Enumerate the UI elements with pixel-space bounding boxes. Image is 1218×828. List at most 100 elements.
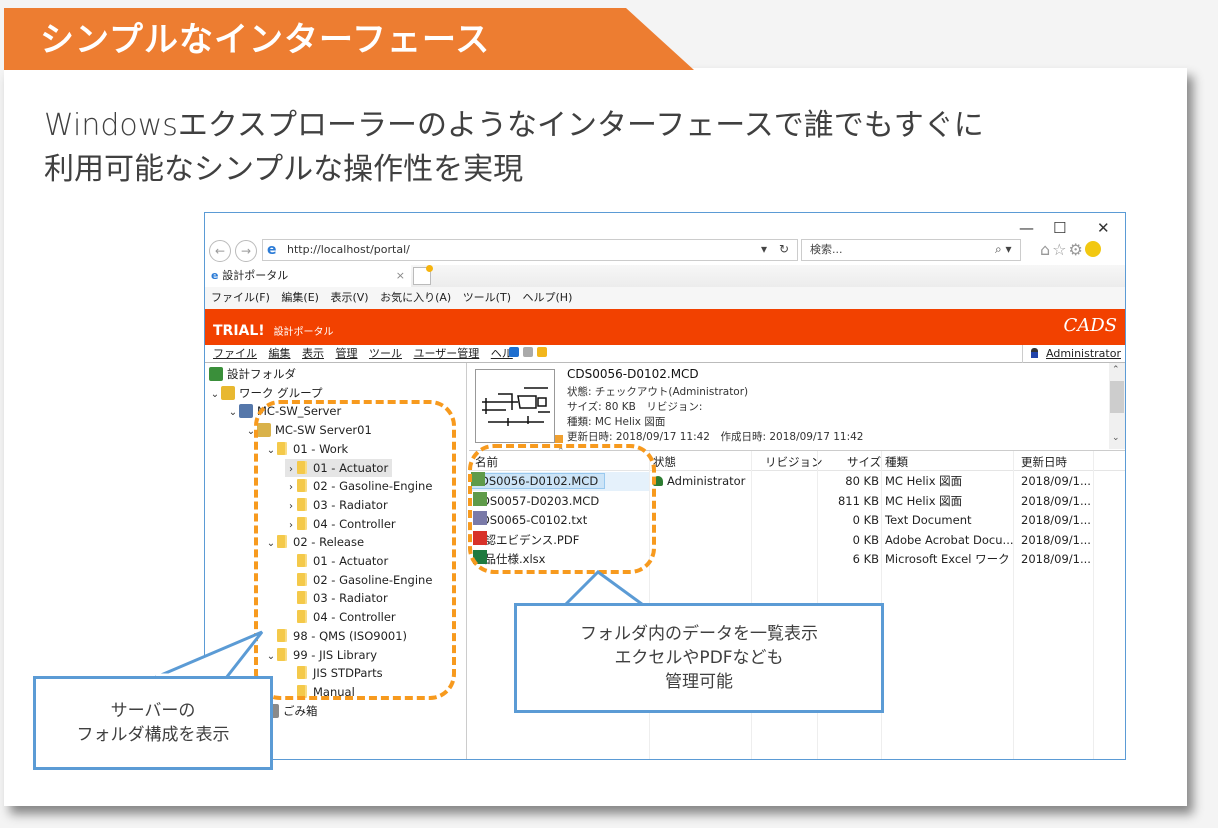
callout-folder-tree: サーバーの フォルダ構成を表示 [33,676,273,770]
app-menu-users[interactable]: ユーザー管理 [414,347,480,360]
detail-status: 状態: チェックアウト(Administrator) [567,386,749,398]
app-header: TRIAL! 設計ポータル CADS [205,309,1125,345]
cads-logo: CADS [1063,315,1117,336]
tab-label: 設計ポータル [222,269,289,282]
scroll-thumb[interactable] [1110,381,1124,413]
file-kind: MC Helix 図面 [885,493,963,508]
file-size: 811 KB [837,493,879,508]
app-menu-tools[interactable]: ツール [369,347,402,360]
file-size: 80 KB [845,474,879,488]
nav-forward-icon[interactable] [523,347,533,357]
tree-node-label: ごみ箱 [283,703,318,718]
file-detail-pane: CDS0056-D0102.MCD 状態: チェックアウト(Administra… [469,363,1125,451]
close-window-button[interactable]: ✕ [1097,219,1110,237]
callout-tree-tail [153,630,264,680]
file-size: 6 KB [852,552,879,566]
group-icon [221,385,235,400]
tree-node[interactable]: 設計フォルダ [209,365,296,383]
callout-list-line-3: 管理可能 [665,672,733,692]
tree-node-label: 設計フォルダ [227,367,296,381]
callout-tree-line-1: サーバーの [110,701,196,721]
file-kind: Microsoft Excel ワーク [885,552,1010,566]
address-dropdown-icon[interactable]: ▾ [761,242,767,256]
tab-close-icon[interactable]: × [396,265,405,287]
server-icon [239,404,253,419]
chevron-down-icon[interactable]: ⌄ [209,386,221,404]
menu-edit[interactable]: 編集(E) [281,291,319,304]
file-size: 0 KB [852,532,879,547]
col-size[interactable]: サイズ [847,454,881,470]
detail-filename: CDS0056-D0102.MCD [567,367,699,381]
app-menu-view[interactable]: 表示 [302,347,324,360]
col-revision[interactable]: リビジョン [765,454,823,470]
maximize-button[interactable]: ☐ [1053,219,1066,237]
file-modified: 2018/09/1... [1021,493,1091,508]
file-kind: Text Document [885,513,972,527]
menu-help[interactable]: ヘルプ(H) [523,291,573,304]
tab-portal[interactable]: e 設計ポータル × [205,265,411,287]
detail-dates: 更新日時: 2018/09/17 11:42 作成日時: 2018/09/17 … [567,431,864,443]
callout-tree-line-2: フォルダ構成を表示 [76,725,230,745]
file-modified: 2018/09/1... [1021,474,1091,488]
home-icon[interactable]: ⌂ [1040,240,1052,259]
file-size: 0 KB [852,513,879,527]
col-status[interactable]: 状態 [653,454,676,470]
address-url: http://localhost/portal/ [287,243,410,256]
app-menu-edit[interactable]: 編集 [269,347,291,360]
col-kind[interactable]: 種類 [885,454,908,470]
file-kind: Adobe Acrobat Docu... [885,532,1014,547]
refresh-icon[interactable]: ↻ [779,242,789,256]
new-tab-button[interactable] [413,265,433,285]
callout-list-line-1: フォルダ内のデータを一覧表示 [580,624,818,644]
lead-text: Windowsエクスプローラーのようなインターフェースで誰でもすぐに 利用可能な… [44,104,984,192]
search-icon[interactable]: ⌕ ▾ [995,242,1012,257]
settings-gear-icon[interactable]: ⚙ [1069,240,1085,259]
back-arrow-icon[interactable]: ← [209,240,231,262]
app-menu-file[interactable]: ファイル [213,347,257,360]
browser-menu-bar: ファイル(F) 編集(E) 表示(V) お気に入り(A) ツール(T) ヘルプ(… [205,287,1125,309]
col-modified[interactable]: 更新日時 [1021,454,1067,470]
favorites-star-icon[interactable]: ☆ [1052,240,1068,259]
callout-file-list: フォルダ内のデータを一覧表示 エクセルやPDFなども 管理可能 [514,603,884,713]
menu-tools[interactable]: ツール(T) [463,291,511,304]
file-kind: MC Helix 図面 [885,474,963,488]
banner-title: シンプルなインターフェース [40,20,491,60]
forward-arrow-icon[interactable]: → [235,240,257,262]
app-subtitle: 設計ポータル [273,327,334,338]
scroll-down-icon[interactable]: ⌄ [1112,433,1120,443]
file-status-text: Administrator [667,474,746,488]
file-status: Administrator [653,472,745,491]
user-menu[interactable]: Administrator [1022,345,1121,363]
folder-up-icon[interactable] [537,347,547,357]
app-menu-manage[interactable]: 管理 [336,347,358,360]
ie-logo-icon: e [267,242,277,258]
tree-node-label: ワーク グループ [239,385,323,400]
root-icon [209,367,223,381]
address-input[interactable]: e http://localhost/portal/ [262,239,798,261]
menu-favorites[interactable]: お気に入り(A) [380,291,451,304]
menu-file[interactable]: ファイル(F) [211,291,270,304]
file-modified: 2018/09/1... [1021,513,1091,527]
tree-node[interactable]: ⌄ ワーク グループ [209,384,322,402]
scroll-up-icon[interactable]: ⌃ [1112,365,1120,375]
minimize-button[interactable]: — [1019,219,1034,237]
user-name: Administrator [1046,347,1121,360]
trial-label: TRIAL! [213,323,265,339]
menu-view[interactable]: 表示(V) [330,291,368,304]
app-title: TRIAL! 設計ポータル [213,323,334,339]
list-highlight-outline [468,444,656,574]
search-input[interactable]: 検索... [801,239,1021,261]
detail-kind: 種類: MC Helix 図面 [567,416,666,428]
detail-scrollbar[interactable]: ⌃ ⌄ [1109,363,1125,449]
browser-tab-strip: e 設計ポータル × [205,265,1125,287]
file-modified: 2018/09/1... [1021,532,1091,547]
checkout-badge-icon [555,435,563,443]
nav-back-icon[interactable] [509,347,519,357]
drawing-thumbnail [475,369,555,443]
feedback-smiley-icon[interactable] [1084,241,1101,257]
ie-tab-icon: e [211,269,223,282]
app-menu-bar: ファイル 編集 表示 管理 ツール ユーザー管理 ヘル Administrato… [205,345,1125,363]
chevron-down-icon[interactable]: ⌄ [227,404,239,422]
tree-highlight-outline [254,400,456,700]
address-bar-row: ← → e http://localhost/portal/ ▾ ↻ 検索...… [205,239,1125,263]
